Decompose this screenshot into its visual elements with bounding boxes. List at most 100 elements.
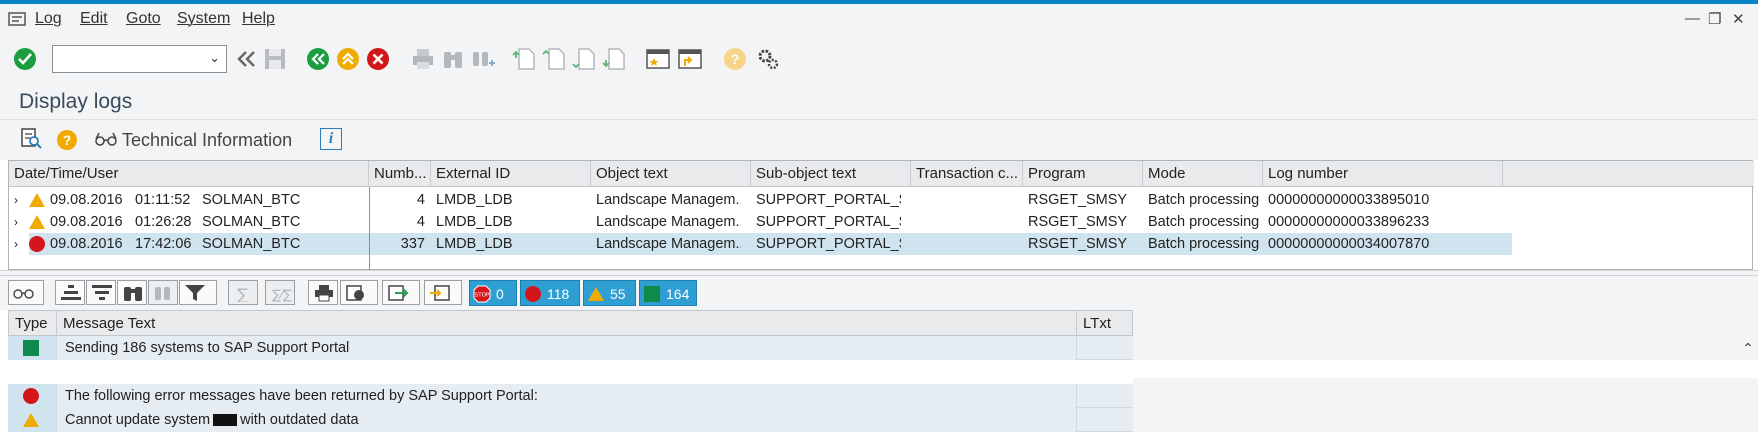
restore-icon[interactable]: ❐ <box>1708 10 1721 28</box>
log-date: 09.08.2016 <box>50 192 123 208</box>
menu-edit[interactable]: Edit <box>80 10 108 28</box>
help-icon[interactable]: ? <box>55 128 79 152</box>
glasses-icon[interactable] <box>95 132 117 146</box>
expand-icon[interactable]: › <box>9 189 29 211</box>
display-details-icon[interactable] <box>20 128 42 150</box>
log-program: RSGET_SMSY <box>1028 214 1128 230</box>
sort-ascending-button[interactable] <box>55 280 85 305</box>
find-next-button[interactable] <box>148 280 178 305</box>
cancel-icon[interactable] <box>365 46 391 72</box>
col-program[interactable]: Program <box>1023 161 1143 187</box>
redacted-block <box>213 414 238 427</box>
help-icon[interactable]: ? <box>722 46 748 72</box>
col-number[interactable]: Numb... <box>369 161 431 187</box>
col-transaction[interactable]: Transaction c... <box>911 161 1023 187</box>
log-row[interactable]: › 09.08.2016 01:11:52 SOLMAN_BTC 4 LMDB_… <box>9 189 1754 211</box>
col-external-id[interactable]: External ID <box>431 161 591 187</box>
log-grid: Date/Time/User Numb... External ID Objec… <box>8 160 1754 271</box>
print-icon <box>315 285 333 302</box>
log-date: 09.08.2016 <box>50 214 123 230</box>
title-bar: Display logs <box>0 82 1758 120</box>
layout-button[interactable] <box>424 280 462 305</box>
log-program: RSGET_SMSY <box>1028 236 1128 252</box>
col-type[interactable]: Type <box>9 311 57 337</box>
col-object-text[interactable]: Object text <box>591 161 751 187</box>
long-text-cell[interactable] <box>1076 408 1133 432</box>
expand-icon[interactable]: › <box>9 233 29 255</box>
log-row[interactable]: › 09.08.2016 01:26:28 SOLMAN_BTC 4 LMDB_… <box>9 211 1754 233</box>
filter-icon <box>185 285 205 301</box>
menu-help[interactable]: Help <box>242 10 275 28</box>
svg-text:STOP: STOP <box>475 293 490 299</box>
back-green-icon[interactable] <box>305 46 331 72</box>
log-row-selected[interactable]: › 09.08.2016 17:42:06 SOLMAN_BTC 337 LMD… <box>9 233 1754 255</box>
new-session-icon[interactable] <box>645 46 671 72</box>
log-external-id: LMDB_LDB <box>436 192 513 208</box>
message-row[interactable]: The following error messages have been r… <box>8 384 1133 408</box>
chevron-down-icon[interactable]: ⌄ <box>209 50 220 66</box>
subtotal-button[interactable]: ∑⁄∑ <box>265 280 295 305</box>
long-text-cell[interactable] <box>1076 336 1133 360</box>
log-user: SOLMAN_BTC <box>202 236 301 252</box>
sort-descending-button[interactable] <box>86 280 116 305</box>
prev-page-icon[interactable] <box>542 46 568 72</box>
col-date-time-user[interactable]: Date/Time/User <box>9 161 369 187</box>
total-button[interactable]: ∑ <box>228 280 258 305</box>
col-message-text[interactable]: Message Text <box>57 311 1077 337</box>
message-type-cell <box>8 384 56 408</box>
find-next-icon[interactable] <box>470 46 496 72</box>
minimize-icon[interactable]: ― <box>1685 10 1700 27</box>
find-button[interactable] <box>117 280 147 305</box>
scroll-up-icon[interactable]: ⌃ <box>1738 336 1758 360</box>
menu-system[interactable]: System <box>177 10 230 28</box>
log-transaction <box>911 189 916 211</box>
success-count: 164 <box>666 286 690 302</box>
menu-goto[interactable]: Goto <box>126 10 161 28</box>
back-icon[interactable] <box>233 46 259 72</box>
filter-button[interactable] <box>179 280 217 305</box>
shortcut-icon[interactable] <box>677 46 703 72</box>
info-icon[interactable]: i <box>320 128 342 150</box>
print-button[interactable] <box>308 280 338 305</box>
log-time: 17:42:06 <box>135 236 192 252</box>
menu-log[interactable]: Log <box>35 10 62 28</box>
log-grid-header: Date/Time/User Numb... External ID Objec… <box>9 161 1754 187</box>
message-row[interactable]: Sending 186 systems to SAP Support Porta… <box>8 336 1133 360</box>
print-icon[interactable] <box>410 46 436 72</box>
settings-icon[interactable] <box>755 46 781 72</box>
menu-icon[interactable] <box>8 12 26 26</box>
command-field[interactable]: ⌄ <box>52 45 227 73</box>
log-program: RSGET_SMSY <box>1028 192 1128 208</box>
warning-icon <box>29 193 45 207</box>
warning-counter[interactable]: 55 <box>583 280 636 306</box>
col-log-number[interactable]: Log number <box>1263 161 1503 187</box>
message-text: The following error messages have been r… <box>56 384 1076 408</box>
find-icon[interactable] <box>440 46 466 72</box>
error-counter[interactable]: 118 <box>520 280 580 306</box>
col-ltxt[interactable]: LTxt <box>1077 311 1134 337</box>
message-row[interactable]: Cannot update system with outdated data <box>8 408 1133 432</box>
views-icon <box>346 285 364 301</box>
success-counter[interactable]: 164 <box>639 280 697 306</box>
log-object-text: Landscape Managem... <box>596 192 741 208</box>
stop-counter[interactable]: STOP 0 <box>469 280 517 306</box>
first-page-icon[interactable] <box>512 46 538 72</box>
col-mode[interactable]: Mode <box>1143 161 1263 187</box>
log-transaction <box>911 233 916 255</box>
log-sub-object-text: SUPPORT_PORTAL_SY... <box>756 214 901 230</box>
col-sub-object-text[interactable]: Sub-object text <box>751 161 911 187</box>
enter-icon[interactable] <box>12 46 38 72</box>
expand-icon[interactable]: › <box>9 211 29 233</box>
technical-information-button[interactable]: Technical Information <box>122 130 292 151</box>
last-page-icon[interactable] <box>602 46 628 72</box>
exit-icon[interactable] <box>335 46 361 72</box>
details-button[interactable] <box>8 280 44 305</box>
close-icon[interactable]: ✕ <box>1732 10 1745 28</box>
log-transaction <box>911 211 916 233</box>
next-page-icon[interactable] <box>572 46 598 72</box>
save-icon[interactable] <box>262 46 288 72</box>
info-icon-label: i <box>328 130 334 147</box>
long-text-cell[interactable] <box>1076 384 1133 408</box>
views-button[interactable] <box>340 280 378 305</box>
export-button[interactable] <box>382 280 420 305</box>
